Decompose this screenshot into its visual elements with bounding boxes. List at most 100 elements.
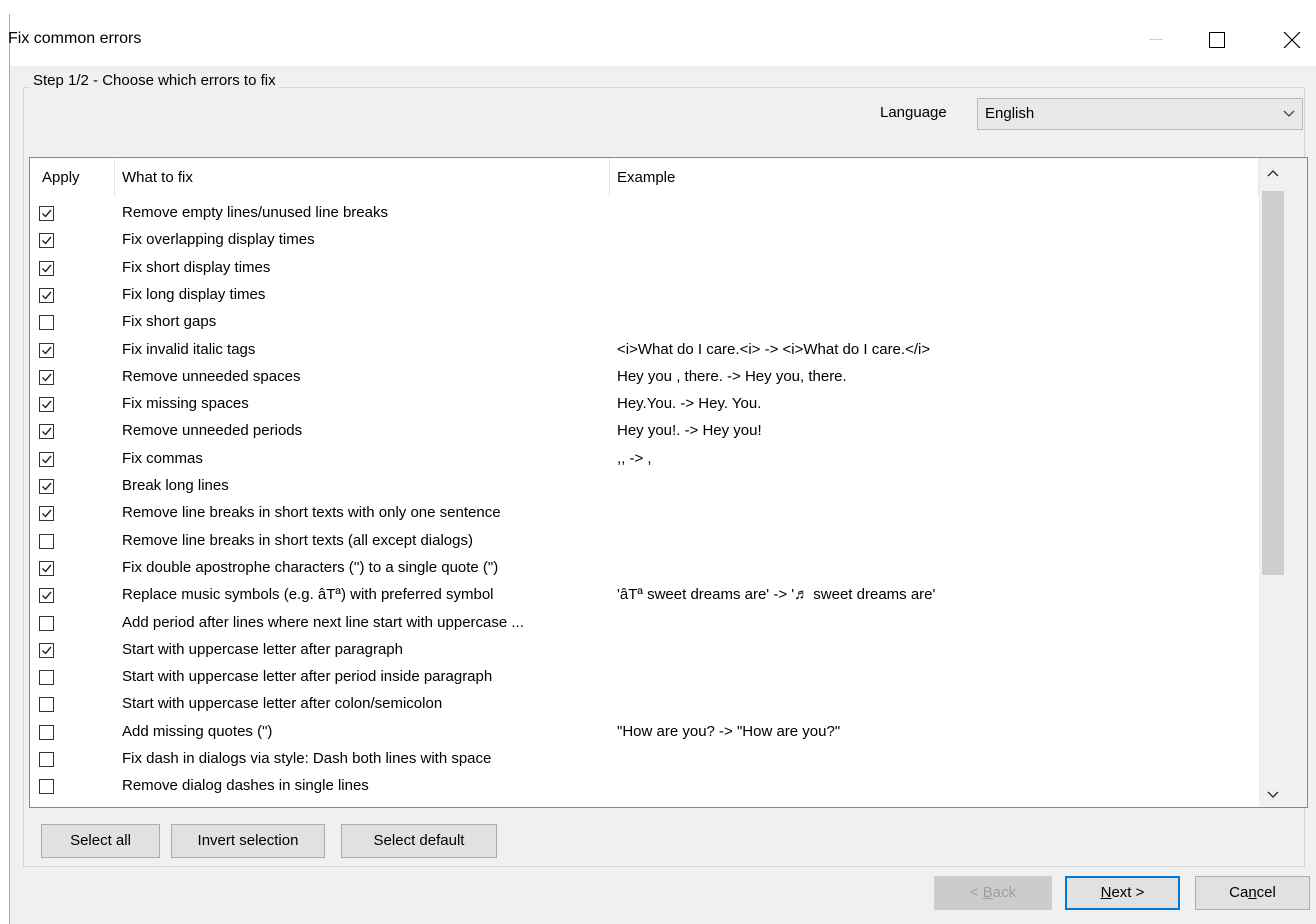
- column-header-what-to-fix[interactable]: What to fix: [122, 158, 193, 197]
- fix-row[interactable]: Fix dash in dialogs via style: Dash both…: [30, 748, 1260, 775]
- cancel-button[interactable]: Cancel: [1195, 876, 1310, 910]
- fix-name: Fix long display times: [122, 285, 266, 303]
- apply-checkbox[interactable]: [39, 588, 54, 604]
- check-icon: [42, 591, 52, 600]
- check-icon: [42, 236, 52, 245]
- fix-row[interactable]: Fix subtitles with more than two lines: [30, 803, 1260, 807]
- apply-checkbox[interactable]: [39, 806, 54, 807]
- maximize-button[interactable]: [1194, 14, 1240, 66]
- apply-checkbox[interactable]: [39, 752, 54, 767]
- fix-name: Fix short display times: [122, 258, 271, 276]
- fix-name: Remove line breaks in short texts with o…: [122, 504, 501, 522]
- fix-row[interactable]: Fix long display times: [30, 284, 1260, 311]
- select-default-button[interactable]: Select default: [341, 824, 497, 858]
- fix-row[interactable]: Fix short display times: [30, 257, 1260, 284]
- fix-name: Remove empty lines/unused line breaks: [122, 204, 388, 221]
- fix-name: Fix subtitles with more than two lines: [122, 805, 366, 807]
- scrollbar-thumb[interactable]: [1262, 191, 1284, 575]
- check-icon: [42, 646, 52, 655]
- check-icon: [42, 346, 52, 355]
- invert-selection-button[interactable]: Invert selection: [171, 824, 325, 858]
- fix-row[interactable]: Fix overlapping display times: [30, 229, 1260, 256]
- fix-row[interactable]: Remove line breaks in short texts (all e…: [30, 530, 1260, 557]
- fix-row[interactable]: Add period after lines where next line s…: [30, 612, 1260, 639]
- check-icon: [42, 400, 52, 409]
- apply-checkbox[interactable]: [39, 233, 54, 249]
- fix-row[interactable]: Remove dialog dashes in single lines: [30, 775, 1260, 802]
- apply-checkbox[interactable]: [39, 397, 54, 413]
- close-button[interactable]: [1269, 14, 1315, 66]
- fix-row[interactable]: Start with uppercase letter after paragr…: [30, 639, 1260, 666]
- check-icon: [42, 509, 52, 518]
- apply-checkbox[interactable]: [39, 206, 54, 221]
- apply-checkbox[interactable]: [39, 369, 54, 385]
- apply-checkbox[interactable]: [39, 697, 54, 713]
- language-label: Language: [880, 104, 947, 121]
- scroll-down-icon[interactable]: [1267, 791, 1279, 799]
- fix-row[interactable]: Remove line breaks in short texts with o…: [30, 502, 1260, 529]
- fix-example: Hey you , there. -> Hey you, there.: [617, 367, 847, 385]
- check-icon: [42, 427, 52, 436]
- minimize-button[interactable]: [1133, 14, 1179, 66]
- scroll-up-icon[interactable]: [1267, 169, 1279, 177]
- vertical-scrollbar[interactable]: [1259, 158, 1307, 807]
- fix-name: Fix short gaps: [122, 313, 217, 331]
- fix-row[interactable]: Fix missing spaces Hey.You. -> Hey. You.: [30, 393, 1260, 420]
- fix-row[interactable]: Start with uppercase letter after period…: [30, 666, 1260, 693]
- fix-example: "How are you? -> "How are you?": [617, 722, 841, 740]
- fix-name: Add period after lines where next line s…: [122, 613, 524, 631]
- apply-checkbox[interactable]: [39, 342, 54, 358]
- next-button-label: Next >: [1100, 884, 1145, 901]
- close-icon: [1283, 31, 1301, 49]
- fix-row[interactable]: Remove unneeded spaces Hey you , there. -…: [30, 366, 1260, 393]
- column-separator: [114, 158, 115, 196]
- maximize-icon: [1209, 32, 1225, 48]
- column-separator: [609, 158, 610, 196]
- apply-checkbox[interactable]: [39, 560, 54, 576]
- apply-checkbox[interactable]: [39, 451, 54, 467]
- fix-name: Fix dash in dialogs via style: Dash both…: [122, 750, 492, 767]
- check-icon: [42, 482, 52, 491]
- fix-row[interactable]: Remove empty lines/unused line breaks: [30, 202, 1260, 229]
- check-icon: [42, 564, 52, 573]
- fix-name: Add missing quotes ("): [122, 722, 273, 740]
- apply-checkbox[interactable]: [39, 670, 54, 686]
- fix-name: Remove line breaks in short texts (all e…: [122, 531, 473, 549]
- column-header-apply[interactable]: Apply: [42, 158, 80, 197]
- apply-checkbox[interactable]: [39, 615, 54, 631]
- fix-row[interactable]: Add missing quotes (") "How are you? -> "…: [30, 721, 1260, 748]
- fix-row[interactable]: Replace music symbols (e.g. âTª) with pr…: [30, 584, 1260, 611]
- apply-checkbox[interactable]: [39, 287, 54, 303]
- fix-row[interactable]: Fix invalid italic tags <i>What do I care…: [30, 339, 1260, 366]
- next-button[interactable]: Next >: [1065, 876, 1180, 910]
- fix-row[interactable]: Fix commas ,, -> ,: [30, 448, 1260, 475]
- apply-checkbox[interactable]: [39, 315, 54, 331]
- language-select[interactable]: English: [977, 98, 1303, 130]
- fix-row[interactable]: Start with uppercase letter after colon/…: [30, 693, 1260, 720]
- language-selected-value: English: [985, 105, 1035, 122]
- fix-name: Remove unneeded spaces: [122, 367, 301, 385]
- back-button[interactable]: < Back: [934, 876, 1052, 910]
- fix-list[interactable]: Apply What to fix Example Remove empty l…: [29, 157, 1308, 808]
- fix-row[interactable]: Remove unneeded periods Hey you!. -> Hey …: [30, 420, 1260, 447]
- apply-checkbox[interactable]: [39, 724, 54, 740]
- apply-checkbox[interactable]: [39, 779, 54, 795]
- check-icon: [42, 264, 52, 273]
- apply-checkbox[interactable]: [39, 642, 54, 658]
- column-header-example[interactable]: Example: [617, 158, 675, 197]
- fix-name: Fix missing spaces: [122, 395, 249, 413]
- apply-checkbox[interactable]: [39, 424, 54, 440]
- apply-checkbox[interactable]: [39, 533, 54, 549]
- fix-row[interactable]: Fix double apostrophe characters ('') to…: [30, 557, 1260, 584]
- apply-checkbox[interactable]: [39, 506, 54, 522]
- fix-row[interactable]: Fix short gaps: [30, 311, 1260, 338]
- fix-name: Fix invalid italic tags: [122, 340, 256, 358]
- fix-name: Remove unneeded periods: [122, 422, 303, 440]
- fix-name: Break long lines: [122, 477, 229, 494]
- apply-checkbox[interactable]: [39, 479, 54, 494]
- fix-name: Start with uppercase letter after paragr…: [122, 640, 403, 658]
- select-all-button[interactable]: Select all: [41, 824, 160, 858]
- minimize-icon: [1149, 39, 1163, 40]
- apply-checkbox[interactable]: [39, 260, 54, 276]
- fix-row[interactable]: Break long lines: [30, 475, 1260, 502]
